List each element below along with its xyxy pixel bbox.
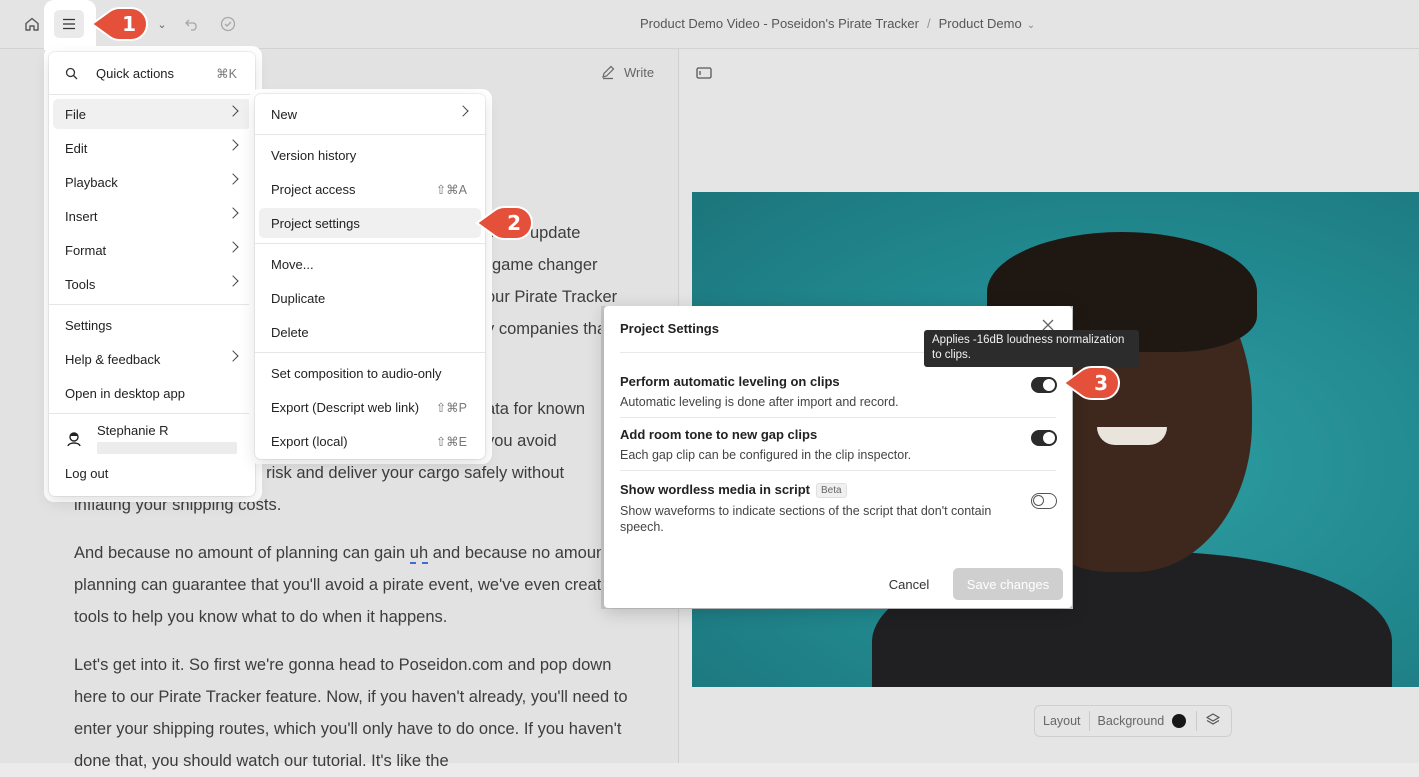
file-submenu: New Version history Project access ⇧⌘A Pr…: [255, 94, 485, 459]
user-name: Stephanie R: [97, 423, 169, 438]
menu-item-settings[interactable]: Settings: [53, 310, 251, 340]
wordless-media-toggle[interactable]: [1031, 493, 1057, 509]
step-number: 1: [122, 12, 136, 36]
menu-item-label: Insert: [65, 208, 98, 224]
search-icon: [65, 67, 78, 79]
menu-item-label: Export (local): [271, 433, 348, 449]
menu-item-label: Help & feedback: [65, 351, 161, 367]
tooltip: Applies -16dB loudness normalization to …: [924, 330, 1139, 367]
step-number: 3: [1094, 371, 1108, 395]
option-title: Perform automatic leveling on clips: [620, 374, 840, 389]
user-item[interactable]: Stephanie R: [53, 418, 251, 458]
user-email-redacted: [97, 442, 237, 454]
avatar: [65, 430, 83, 448]
menu-item-export-local[interactable]: Export (local) ⇧⌘E: [259, 426, 481, 456]
menu-item-new[interactable]: New: [259, 99, 481, 129]
menu-item-project-settings[interactable]: Project settings: [259, 208, 481, 238]
menu-item-label: Export (Descript web link): [271, 399, 420, 415]
chevron-right-icon: [227, 350, 239, 362]
divider: [49, 413, 255, 414]
menu-item-version-history[interactable]: Version history: [259, 140, 481, 170]
menu-item-label: File: [65, 106, 86, 122]
option-description: Automatic leveling is done after import …: [620, 395, 899, 409]
quick-actions-item[interactable]: Quick actions ⌘K: [53, 58, 251, 88]
auto-leveling-toggle[interactable]: [1031, 377, 1057, 393]
user-info: Stephanie R: [97, 423, 237, 454]
chevron-right-icon: [227, 139, 239, 151]
menu-item-desktop-app[interactable]: Open in desktop app: [53, 378, 251, 408]
menu-item-format[interactable]: Format: [53, 235, 251, 265]
menu-item-export-web[interactable]: Export (Descript web link) ⇧⌘P: [259, 392, 481, 422]
menu-item-move[interactable]: Move...: [259, 249, 481, 279]
menu-item-tools[interactable]: Tools: [53, 269, 251, 299]
option-title: Add room tone to new gap clips: [620, 427, 818, 442]
divider: [620, 470, 1056, 471]
shortcut: ⇧⌘E: [435, 434, 467, 449]
chevron-right-icon: [227, 207, 239, 219]
divider: [620, 417, 1056, 418]
chevron-right-icon: [227, 241, 239, 253]
step-badge-2: 2: [475, 204, 533, 242]
hamburger-icon: [63, 18, 75, 30]
menu-item-label: Settings: [65, 317, 112, 333]
menu-item-label: Version history: [271, 147, 357, 163]
menu-item-label: Log out: [65, 465, 109, 481]
menu-item-label: Edit: [65, 140, 88, 156]
step-badge-3: 3: [1062, 364, 1120, 402]
divider: [255, 134, 485, 135]
menu-item-label: Project access: [271, 181, 356, 197]
menu-item-label: Open in desktop app: [65, 385, 185, 401]
chevron-right-icon: [227, 275, 239, 287]
chevron-right-icon: [457, 105, 469, 117]
quick-actions-label: Quick actions: [96, 65, 175, 81]
save-changes-button[interactable]: Save changes: [953, 568, 1063, 600]
menu-item-label: Format: [65, 242, 107, 258]
menu-item-help[interactable]: Help & feedback: [53, 344, 251, 374]
option-title: Show wordless media in script Beta: [620, 482, 847, 498]
option-description: Show waveforms to indicate sections of t…: [620, 504, 992, 534]
menu-item-label: Playback: [65, 174, 118, 190]
chevron-right-icon: [227, 105, 239, 117]
main-menu-button[interactable]: [54, 10, 84, 38]
room-tone-toggle[interactable]: [1031, 430, 1057, 446]
cancel-button[interactable]: Cancel: [878, 568, 940, 600]
menu-item-project-access[interactable]: Project access ⇧⌘A: [259, 174, 481, 204]
menu-item-label: Set composition to audio-only: [271, 365, 442, 381]
menu-item-insert[interactable]: Insert: [53, 201, 251, 231]
step-badge-1: 1: [90, 5, 148, 43]
dialog-title: Project Settings: [620, 321, 719, 336]
divider: [255, 243, 485, 244]
shortcut: ⇧⌘P: [435, 400, 467, 415]
divider: [49, 94, 255, 95]
step-number: 2: [507, 211, 521, 235]
menu-item-file[interactable]: File: [53, 99, 251, 129]
divider: [255, 352, 485, 353]
option-description: Each gap clip can be configured in the c…: [620, 448, 912, 462]
option-title-text: Show wordless media in script: [620, 482, 810, 497]
beta-badge: Beta: [816, 483, 847, 498]
menu-item-label: Project settings: [271, 215, 360, 231]
menu-item-label: Move...: [271, 256, 314, 272]
menu-item-label: Duplicate: [271, 290, 326, 306]
shortcut: ⌘K: [216, 66, 237, 81]
menu-item-duplicate[interactable]: Duplicate: [259, 283, 481, 313]
menu-item-label: Delete: [271, 324, 309, 340]
menu-item-playback[interactable]: Playback: [53, 167, 251, 197]
menu-item-audio-only[interactable]: Set composition to audio-only: [259, 358, 481, 388]
menu-item-edit[interactable]: Edit: [53, 133, 251, 163]
divider: [49, 304, 255, 305]
menu-item-logout[interactable]: Log out: [53, 458, 251, 488]
menu-item-delete[interactable]: Delete: [259, 317, 481, 347]
menu-item-label: New: [271, 106, 298, 122]
main-menu: Quick actions ⌘K File Edit Playback Inse…: [49, 52, 255, 496]
chevron-right-icon: [227, 173, 239, 185]
menu-item-label: Tools: [65, 276, 96, 292]
shortcut: ⇧⌘A: [435, 182, 467, 197]
